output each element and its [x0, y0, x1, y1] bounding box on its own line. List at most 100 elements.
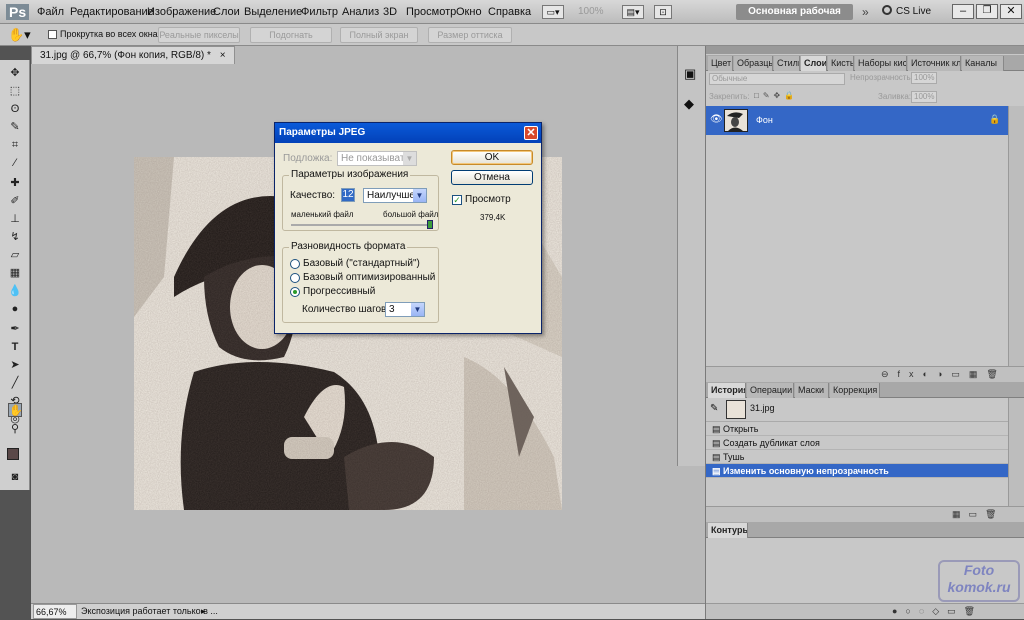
history-item[interactable]: ▤ Создать дубликат слоя	[706, 436, 1008, 450]
tab-channels[interactable]: Каналы	[962, 56, 1004, 71]
menu-layers[interactable]: Слои	[213, 6, 240, 18]
pen-tool-icon[interactable]: ✒	[8, 322, 22, 336]
menu-analysis[interactable]: Анализ	[342, 6, 379, 18]
tab-color[interactable]: Цвет	[708, 56, 733, 71]
quick-select-tool-icon[interactable]: ✎	[8, 120, 22, 134]
tool-presets-icon[interactable]: ◆	[684, 96, 694, 112]
ok-button[interactable]: OK	[451, 150, 533, 165]
history-item[interactable]: ▤ Тушь	[706, 450, 1008, 464]
move-tool-icon[interactable]: ✥	[8, 66, 22, 80]
minimize-button[interactable]: –	[952, 4, 974, 19]
menu-file[interactable]: Файл	[37, 6, 64, 18]
path-select-tool-icon[interactable]: ➤	[8, 358, 22, 372]
visibility-eye-icon[interactable]: 👁	[710, 114, 723, 125]
tab-masks[interactable]: Маски	[795, 383, 829, 398]
status-arrow-icon[interactable]: ▸	[201, 604, 206, 619]
menu-window[interactable]: Окно	[456, 6, 482, 18]
matte-select[interactable]: Не показывать ▼	[337, 151, 417, 166]
quality-slider-track[interactable]	[291, 224, 431, 226]
tab-clone-source[interactable]: Источник кл	[908, 56, 961, 71]
fit-screen-button[interactable]: Подогнать	[250, 27, 332, 43]
quality-preset-select[interactable]: Наилучшее ▼	[363, 188, 427, 203]
hand-tool-selected-icon[interactable]: ✋	[8, 403, 23, 417]
foreground-color-swatch[interactable]	[7, 448, 19, 460]
fill-label: Заливка:	[878, 92, 912, 101]
workspace-button[interactable]: Основная рабочая среда	[736, 4, 853, 33]
type-tool-icon[interactable]: T	[8, 340, 22, 354]
tab-brush[interactable]: Кисть	[828, 56, 854, 71]
status-bar: 66,67% Экспозиция работает только в ... …	[31, 603, 705, 619]
status-zoom[interactable]: 66,67%	[33, 604, 77, 619]
cs-live-button[interactable]: CS Live	[896, 6, 931, 17]
close-app-button[interactable]: ✕	[1000, 4, 1022, 19]
print-size-button[interactable]: Размер оттиска	[428, 27, 512, 43]
restore-button[interactable]: ❐	[976, 4, 998, 19]
tab-actions[interactable]: Операции	[747, 383, 794, 398]
tab-history[interactable]: История	[708, 383, 746, 398]
menu-select[interactable]: Выделение	[244, 6, 302, 18]
history-snapshot-row[interactable]: ✎ 31.jpg	[706, 398, 1008, 422]
extras-button[interactable]: ⊡	[654, 5, 672, 19]
healing-brush-tool-icon[interactable]: ✚	[8, 176, 22, 190]
format-optimized-radio[interactable]	[290, 273, 300, 283]
history-scrollbar[interactable]	[1008, 398, 1024, 506]
format-baseline-radio[interactable]	[290, 259, 300, 269]
gradient-tool-icon[interactable]: ▦	[8, 266, 22, 280]
cancel-button[interactable]: Отмена	[451, 170, 533, 185]
menu-3d[interactable]: 3D	[383, 6, 397, 18]
history-item[interactable]: ▤ Открыть	[706, 422, 1008, 436]
actual-pixels-button[interactable]: Реальные пикселы	[158, 27, 240, 43]
layer-actions-icons[interactable]: ⊖fx◐◑▭▦🗑	[881, 369, 1007, 380]
more-workspaces-icon[interactable]: »	[862, 5, 869, 19]
quality-field[interactable]: 12	[341, 188, 355, 202]
tab-brush-presets[interactable]: Наборы кистей	[855, 56, 907, 71]
layers-scrollbar[interactable]	[1008, 106, 1024, 366]
dodge-tool-icon[interactable]: ●	[8, 302, 22, 316]
full-screen-button[interactable]: Полный экран	[340, 27, 418, 43]
paths-actions-icons[interactable]: ●○◌◇▭🗑	[892, 606, 983, 617]
navigator-icon[interactable]: ▣	[684, 66, 696, 82]
lasso-tool-icon[interactable]: ʘ	[8, 102, 22, 116]
blend-mode-select[interactable]: Обычные	[709, 73, 845, 85]
tab-paths[interactable]: Контуры	[708, 523, 748, 538]
eyedropper-tool-icon[interactable]: ⁄	[8, 156, 22, 170]
hand-tool-icon[interactable]: ✋▾	[8, 27, 31, 42]
dialog-titlebar[interactable]: Параметры JPEG ✕	[275, 123, 541, 143]
tab-swatches[interactable]: Образцы	[734, 56, 773, 71]
marquee-tool-icon[interactable]: ⬚	[8, 84, 22, 98]
menu-filter[interactable]: Фильтр	[301, 6, 338, 18]
tab-adjustments[interactable]: Коррекция	[830, 383, 880, 398]
format-progressive-radio[interactable]	[290, 287, 300, 297]
scans-select[interactable]: 3 ▼	[385, 302, 425, 317]
menu-edit[interactable]: Редактирование	[70, 6, 154, 18]
layer-row[interactable]: 👁 Фон 🔒	[706, 106, 1008, 135]
fill-field[interactable]: 100%	[911, 91, 937, 103]
menu-image[interactable]: Изображение	[147, 6, 216, 18]
blur-tool-icon[interactable]: 💧	[8, 284, 22, 298]
quality-slider-thumb[interactable]	[427, 220, 433, 229]
opacity-field[interactable]: 100%	[911, 72, 937, 84]
document-tab[interactable]: 31.jpg @ 66,7% (Фон копия, RGB/8) * ×	[31, 46, 235, 64]
preview-checkbox[interactable]: ✓	[452, 195, 462, 205]
dialog-close-button[interactable]: ✕	[524, 126, 538, 140]
lock-icons[interactable]: □✎✥🔒	[754, 91, 798, 100]
quick-mask-icon[interactable]: ◙	[8, 470, 22, 484]
history-actions-icons[interactable]: ▦▭🗑	[952, 509, 1004, 520]
close-doc-icon[interactable]: ×	[220, 50, 226, 61]
menu-view[interactable]: Просмотр	[406, 6, 456, 18]
eraser-tool-icon[interactable]: ▱	[8, 248, 22, 262]
tab-layers[interactable]: Слои	[801, 56, 827, 71]
scroll-all-checkbox[interactable]	[48, 30, 57, 39]
zoom-tool-icon[interactable]: ⚲	[8, 422, 22, 436]
history-brush-tool-icon[interactable]: ↯	[8, 230, 22, 244]
menu-help[interactable]: Справка	[488, 6, 531, 18]
history-brush-source-icon[interactable]: ✎	[710, 403, 718, 414]
brush-tool-icon[interactable]: ✐	[8, 194, 22, 208]
screen-mode-button[interactable]: ▤▾	[622, 5, 644, 19]
tab-styles[interactable]: Стили	[774, 56, 800, 71]
arrange-docs-button[interactable]: ▭▾	[542, 5, 564, 19]
clone-stamp-tool-icon[interactable]: ⊥	[8, 212, 22, 226]
shape-tool-icon[interactable]: ╱	[8, 376, 22, 390]
crop-tool-icon[interactable]: ⌗	[8, 138, 22, 152]
history-item-selected[interactable]: ▤ Изменить основную непрозрачность	[706, 464, 1008, 478]
